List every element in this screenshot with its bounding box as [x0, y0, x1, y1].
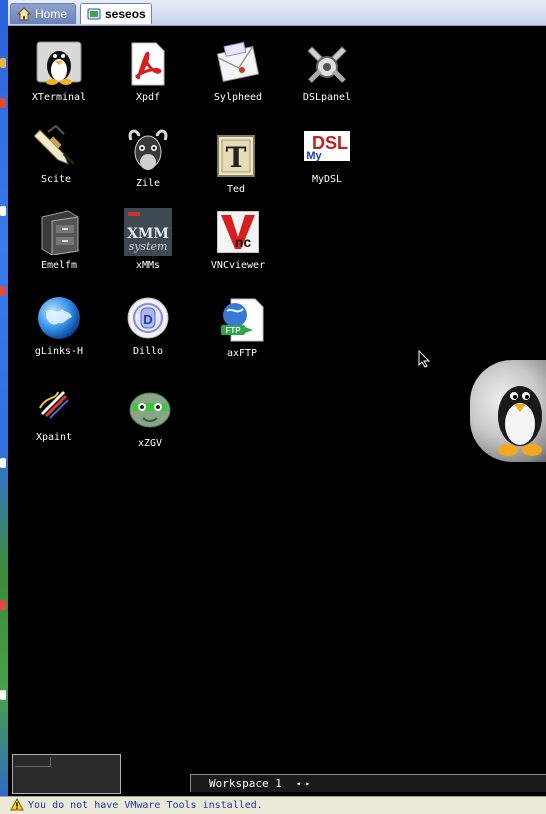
tools-icon — [303, 40, 351, 88]
desktop-icon-emelfm[interactable]: Emelfm — [19, 208, 99, 271]
desktop-icon-dillo[interactable]: D Dillo — [108, 294, 188, 357]
pdf-icon — [124, 40, 172, 88]
svg-text:system: system — [129, 240, 168, 253]
xmms-icon: XMM system — [124, 208, 172, 256]
pen-icon — [32, 122, 80, 170]
home-icon — [16, 7, 32, 21]
vm-icon — [87, 7, 101, 21]
dillo-icon: D — [124, 294, 172, 342]
desktop-icon-label: Ted — [226, 184, 246, 195]
desktop-icon-xmms[interactable]: XMM system xMMs — [108, 208, 188, 271]
desktop-icon-sylpheed[interactable]: Sylpheed — [198, 40, 278, 103]
desktop-icon-xterminal[interactable]: XTerminal — [19, 40, 99, 103]
status-message: You do not have VMware Tools installed. — [28, 800, 263, 811]
desktop-icon-label: Dillo — [132, 346, 164, 357]
tux-badge — [470, 360, 546, 462]
desktop-icon-xzgv[interactable]: xZGV — [110, 386, 190, 449]
globe-icon — [35, 294, 83, 342]
warning-icon — [10, 796, 24, 814]
ted-icon: T — [212, 132, 260, 180]
paint-icon — [30, 380, 78, 428]
workspace-bar[interactable]: Workspace 1 ◂ ▸ — [190, 774, 546, 792]
ftp-icon: FTP — [218, 296, 266, 344]
desktop-icon-label: MyDSL — [311, 174, 343, 185]
screen: Home seseos XTerminal Xpdf Sylpheed DSLp… — [0, 0, 546, 814]
svg-text:nc: nc — [235, 234, 252, 250]
mail-icon — [214, 40, 262, 88]
desktop-icon-label: Zile — [135, 178, 161, 189]
tab-seseos[interactable]: seseos — [80, 3, 152, 24]
svg-text:FTP: FTP — [225, 326, 241, 335]
tux-terminal-icon — [35, 40, 83, 88]
svg-text:D: D — [143, 312, 152, 327]
vnc-icon: nc — [214, 208, 262, 256]
desktop-icon-zile[interactable]: Zile — [108, 126, 188, 189]
tux-mascot-icon — [498, 386, 542, 456]
desktop-icon-label: gLinks-H — [34, 346, 84, 357]
desktop-icon-label: Sylpheed — [213, 92, 263, 103]
desktop-icon-label: Scite — [40, 174, 72, 185]
workspace-label: Workspace 1 — [209, 777, 282, 790]
desktop-icon-label: VNCviewer — [210, 260, 266, 271]
desktop-icon-label: Emelfm — [40, 260, 78, 271]
cabinet-icon — [35, 208, 83, 256]
desktop-icon-vncviewer[interactable]: nc VNCviewer — [198, 208, 278, 271]
desktop-icon-label: xMMs — [135, 260, 161, 271]
desktop-icon-ted[interactable]: T Ted — [196, 132, 276, 195]
workspace-arrows-icon[interactable]: ◂ ▸ — [296, 779, 310, 788]
xzgv-icon — [126, 386, 174, 434]
desktop-icon-glinks-h[interactable]: gLinks-H — [19, 294, 99, 357]
svg-text:T: T — [226, 141, 247, 174]
desktop-icon-mydsl[interactable]: DSL My MyDSL — [287, 122, 367, 185]
svg-text:My: My — [306, 150, 322, 162]
desktop-icon-label: xZGV — [137, 438, 163, 449]
desktop-icon-label: Xpdf — [135, 92, 161, 103]
desktop-icon-label: DSLpanel — [302, 92, 352, 103]
desktop-icon-label: XTerminal — [31, 92, 87, 103]
desktop-icon-label: Xpaint — [35, 432, 73, 443]
vm-tab-bar: Home seseos — [8, 0, 546, 26]
tab-home[interactable]: Home — [10, 3, 76, 24]
gnu-icon — [124, 126, 172, 174]
desktop-icon-scite[interactable]: Scite — [16, 122, 96, 185]
pager-cell[interactable] — [15, 757, 51, 767]
desktop-icon-xpdf[interactable]: Xpdf — [108, 40, 188, 103]
tab-home-label: Home — [35, 7, 68, 21]
mouse-cursor-icon — [418, 349, 431, 368]
mydsl-icon: DSL My — [303, 122, 351, 170]
status-bar: You do not have VMware Tools installed. — [0, 796, 546, 814]
guest-desktop: XTerminal Xpdf Sylpheed DSLpanel Scite Z… — [8, 26, 546, 796]
desktop-icon-xpaint[interactable]: Xpaint — [14, 380, 94, 443]
workspace-pager[interactable] — [12, 754, 121, 794]
desktop-icon-dslpanel[interactable]: DSLpanel — [287, 40, 367, 103]
desktop-icon-label: axFTP — [226, 348, 258, 359]
desktop-icon-axftp[interactable]: FTP axFTP — [202, 296, 282, 359]
tab-seseos-label: seseos — [105, 7, 146, 21]
host-desktop-edge — [0, 0, 8, 814]
